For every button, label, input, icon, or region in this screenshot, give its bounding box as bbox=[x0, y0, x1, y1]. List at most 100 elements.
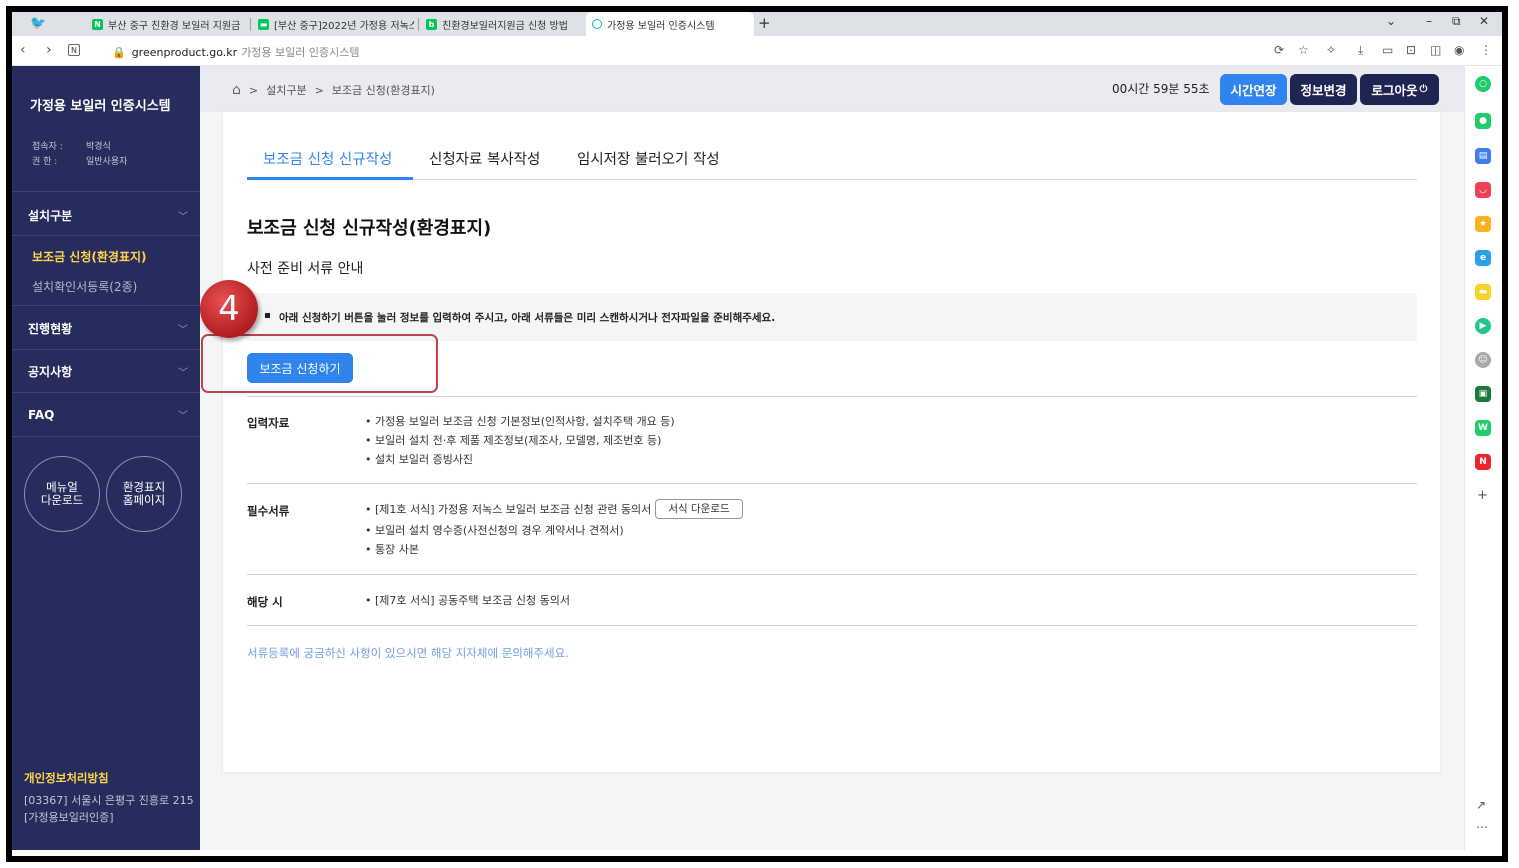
section-label-required: 필수서류 bbox=[247, 504, 290, 518]
edge-icon[interactable]: e bbox=[1475, 250, 1491, 266]
list-item: • 보일러 설치 영수증(사전신청의 경우 계약서나 견적서) bbox=[365, 524, 624, 537]
lock-icon: 🔒 bbox=[112, 46, 126, 59]
naver-icon: N bbox=[92, 18, 103, 30]
list-item: • 설치 보일러 증빙사진 bbox=[365, 453, 474, 466]
play-icon[interactable]: ▶ bbox=[1475, 318, 1491, 334]
twitter-icon: 🐦 bbox=[30, 16, 47, 31]
blog-icon: b bbox=[426, 18, 437, 30]
ecolabel-homepage-button[interactable]: 환경표지 홈페이지 bbox=[106, 456, 182, 532]
more-dots-icon[interactable]: ⋯ bbox=[1476, 820, 1488, 834]
star-icon[interactable]: ★ bbox=[1475, 216, 1491, 232]
restore-button[interactable]: ⧉ bbox=[1452, 14, 1461, 29]
divider bbox=[247, 574, 1417, 575]
download-icon[interactable]: ⤓ bbox=[1358, 43, 1363, 58]
list-item: • [제1호 서식] 가정용 저녹스 보일러 보조금 신청 관련 동의서 bbox=[365, 502, 652, 516]
bookmark-icon[interactable]: ☆ bbox=[1298, 43, 1309, 57]
role-value: 일반사용자 bbox=[86, 157, 128, 167]
menu-label: 공지사항 bbox=[28, 365, 73, 379]
browser-tab-2[interactable]: ▬ [부산 중구]2022년 가정용 저녹스 ✕ bbox=[252, 12, 414, 36]
menu-label: 설치구분 bbox=[28, 209, 73, 223]
form-download-button[interactable]: 서식 다운로드 bbox=[655, 499, 743, 519]
divider bbox=[247, 625, 1417, 626]
list-item: • 통장 사본 bbox=[365, 543, 419, 556]
forward-icon[interactable]: › bbox=[46, 42, 52, 58]
menu-progress[interactable]: 진행현황 ﹀ bbox=[28, 320, 188, 337]
browser-side-panel: ○ ● ▤ ◡ ★ e ▬ ▶ ☺ ▣ W N + ↗ ⋯ bbox=[1464, 66, 1502, 850]
browser-tab-active[interactable]: 가정용 보일러 인증시스템 bbox=[586, 12, 754, 36]
menu-label: 진행현황 bbox=[28, 322, 73, 336]
user-info: 접속자 : 박경식 권 한 : 일반사용자 bbox=[32, 140, 127, 170]
manual-download-button[interactable]: 메뉴얼 다운로드 bbox=[24, 456, 100, 532]
reload-icon[interactable]: ⟳ bbox=[1274, 43, 1284, 57]
list-item: • 보일러 설치 전·후 제품 제조정보(제조사, 모델명, 제조번호 등) bbox=[365, 434, 662, 447]
crumb-item[interactable]: 설치구분 bbox=[266, 82, 306, 98]
extensions-icon[interactable]: ✧ bbox=[1326, 43, 1336, 57]
extend-time-button[interactable]: 시간연장 bbox=[1220, 74, 1287, 105]
footer-address: [03367] 서울시 은평구 진흥로 215 [가정용보일러인증] bbox=[24, 794, 194, 824]
privacy-policy-link[interactable]: 개인정보처리방침 bbox=[24, 770, 109, 786]
blog-icon: ▬ bbox=[258, 18, 269, 30]
url-field[interactable]: 🔒 greenproduct.go.kr 가정용 보일러 인증시스템 bbox=[112, 44, 360, 60]
list-item: • 가정용 보일러 보조금 신청 기본정보(인적사항, 설치주택 개요 등) bbox=[365, 415, 675, 428]
user-label: 접속자 : bbox=[32, 142, 63, 152]
circle-icon[interactable]: ○ bbox=[1475, 76, 1491, 92]
menu-faq[interactable]: FAQ ﹀ bbox=[28, 407, 188, 423]
menu-install-type[interactable]: 설치구분 ﹀ bbox=[28, 207, 188, 224]
btn-line: 홈페이지 bbox=[122, 493, 166, 507]
minimize-button[interactable]: – bbox=[1426, 14, 1432, 28]
more-menu-icon[interactable]: ⋮ bbox=[1480, 43, 1492, 57]
section-items-input: • 가정용 보일러 보조금 신청 기본정보(인적사항, 설치주택 개요 등) •… bbox=[365, 412, 675, 469]
bot-icon[interactable]: ☺ bbox=[1475, 352, 1491, 368]
crumb-sep: > bbox=[314, 83, 324, 97]
browser-window: 🐦 N 부산 중구 친환경 보일러 지원금 ▬ [부산 중구]2022년 가정용… bbox=[0, 0, 1519, 868]
step-number-badge: 4 bbox=[200, 280, 258, 338]
add-panel-icon[interactable]: + bbox=[1477, 488, 1488, 503]
chat-icon[interactable]: ● bbox=[1475, 113, 1491, 129]
tab-title: 가정용 보일러 인증시스템 bbox=[607, 20, 715, 32]
game-icon[interactable]: ▣ bbox=[1475, 386, 1491, 402]
active-tab-indicator bbox=[247, 177, 413, 180]
profile-icon[interactable]: ◉ bbox=[1454, 43, 1464, 57]
tab-search-chevron-icon[interactable]: ⌄ bbox=[1386, 14, 1396, 28]
submenu-subsidy-apply[interactable]: 보조금 신청(환경표지) bbox=[32, 248, 147, 265]
memo-icon[interactable]: ▬ bbox=[1475, 284, 1491, 300]
webtoon-icon[interactable]: W bbox=[1475, 420, 1491, 436]
menu-notice[interactable]: 공지사항 ﹀ bbox=[28, 363, 188, 380]
cast-icon[interactable]: ▭ bbox=[1382, 43, 1393, 57]
btn-line: 다운로드 bbox=[40, 493, 84, 507]
back-icon[interactable]: ‹ bbox=[20, 42, 26, 58]
submenu-install-confirm[interactable]: 설치확인서등록(2종) bbox=[32, 278, 137, 295]
browser-tab-1[interactable]: N 부산 중구 친환경 보일러 지원금 bbox=[86, 12, 246, 36]
user-value: 박경식 bbox=[86, 142, 111, 152]
url-text: greenproduct.go.kr bbox=[131, 46, 238, 59]
tab-title: 친환경보일러지원금 신청 방법 bbox=[442, 20, 568, 32]
chevron-down-icon: ﹀ bbox=[178, 212, 188, 223]
breadcrumb: ⌂ > 설치구분 > 보조금 신청(환경표지) bbox=[232, 82, 435, 98]
chevron-down-icon: ﹀ bbox=[178, 368, 188, 379]
bullet-icon bbox=[265, 313, 270, 318]
pocket-icon[interactable]: ◡ bbox=[1475, 182, 1491, 198]
tab-copy-application[interactable]: 신청자료 복사작성 bbox=[429, 148, 540, 169]
brand-title[interactable]: 가정용 보일러 인증시스템 bbox=[30, 95, 171, 114]
tab-new-application[interactable]: 보조금 신청 신규작성 bbox=[263, 148, 392, 169]
apply-subsidy-button[interactable]: 보조금 신청하기 bbox=[247, 353, 353, 383]
browser-tab-3[interactable]: b 친환경보일러지원금 신청 방법 bbox=[420, 12, 582, 36]
reader-icon[interactable]: N bbox=[68, 44, 80, 56]
calendar-icon[interactable]: ▤ bbox=[1475, 148, 1491, 164]
home-icon[interactable]: ⌂ bbox=[232, 82, 241, 98]
sidebar: 가정용 보일러 인증시스템 접속자 : 박경식 권 한 : 일반사용자 설치구분 ﹀ … bbox=[12, 66, 200, 850]
chevron-down-icon: ﹀ bbox=[178, 325, 188, 336]
tab-load-draft[interactable]: 임시저장 불러오기 작성 bbox=[577, 148, 720, 169]
close-window-button[interactable]: ✕ bbox=[1479, 14, 1489, 28]
open-external-icon[interactable]: ↗ bbox=[1476, 798, 1486, 812]
section-label-input: 입력자료 bbox=[247, 416, 290, 430]
capture-icon[interactable]: ⊡ bbox=[1406, 43, 1416, 57]
edit-profile-button[interactable]: 정보변경 bbox=[1290, 74, 1357, 105]
chevron-down-icon: ﹀ bbox=[178, 411, 188, 422]
session-timer: 00시간 59분 55초 bbox=[1112, 82, 1210, 96]
sidebar-toggle-icon[interactable]: ◫ bbox=[1430, 43, 1441, 57]
logout-button[interactable]: 로그아웃 ⏻ bbox=[1360, 74, 1439, 105]
divider bbox=[247, 483, 1417, 484]
new-tab-button[interactable]: + bbox=[758, 14, 771, 32]
now-icon[interactable]: N bbox=[1475, 454, 1491, 470]
